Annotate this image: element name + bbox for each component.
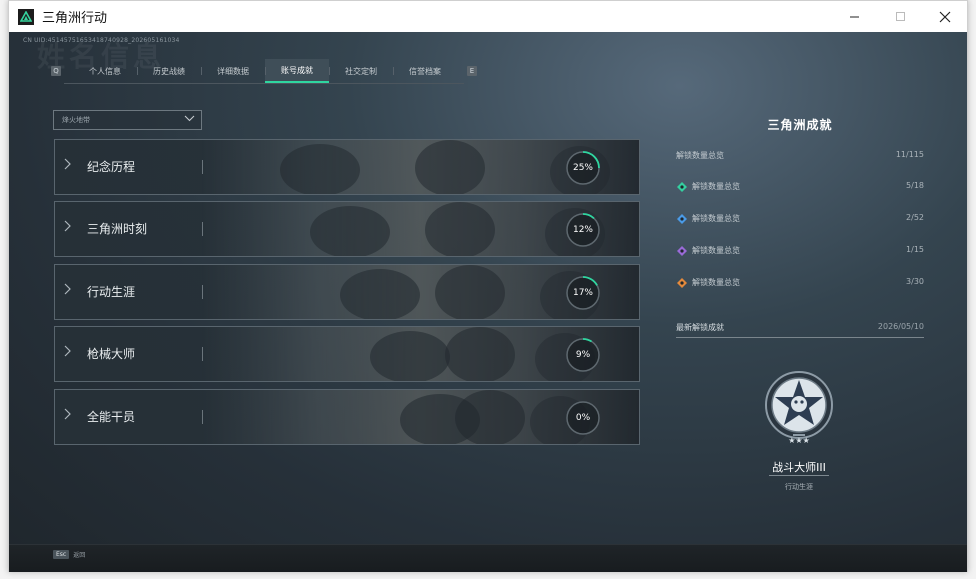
tab-next-button[interactable]: E xyxy=(467,66,477,76)
title-bar: 三角洲行动 xyxy=(9,1,967,32)
category-percent: 0% xyxy=(575,413,591,423)
close-button[interactable] xyxy=(922,1,968,32)
green-rank-icon xyxy=(677,182,687,192)
summary-tier-value: 1/15 xyxy=(906,245,924,254)
bottom-bar: Esc 返回 xyxy=(9,544,967,572)
summary-tier-row: 解锁数量总览 1/15 xyxy=(676,245,924,259)
summary-tier-value: 5/18 xyxy=(906,181,924,190)
achievement-category-card[interactable]: 三角洲时刻 12% xyxy=(54,201,640,257)
summary-tier-label: 解锁数量总览 xyxy=(692,278,740,287)
minimize-button[interactable] xyxy=(831,1,877,32)
latest-achievement-header: 最新解锁成就 2026/05/10 xyxy=(676,322,924,338)
achievement-category-card[interactable]: 行动生涯 17% xyxy=(54,264,640,320)
app-logo-icon xyxy=(18,8,34,25)
category-label: 纪念历程 xyxy=(87,160,136,174)
svg-text:★★★: ★★★ xyxy=(788,436,810,445)
chevron-right-icon xyxy=(64,220,72,236)
category-percent: 9% xyxy=(575,350,591,360)
category-label: 全能干员 xyxy=(87,410,136,424)
summary-tier-label: 解锁数量总览 xyxy=(692,246,740,255)
summary-tier-label: 解锁数量总览 xyxy=(692,182,740,191)
achievement-medal-icon[interactable]: ★★★ xyxy=(763,365,835,449)
tab-battle-history[interactable]: 历史战绩 xyxy=(137,59,201,83)
category-label: 枪械大师 xyxy=(87,347,136,361)
tab-prev-button[interactable]: Q xyxy=(51,66,61,76)
tab-personal-info[interactable]: 个人信息 xyxy=(73,59,137,83)
orange-rank-icon xyxy=(677,278,687,288)
category-percent: 12% xyxy=(572,225,593,235)
summary-tier-row: 解锁数量总览 3/30 xyxy=(676,277,924,291)
close-icon xyxy=(939,11,951,22)
summary-tier-row: 解锁数量总览 2/52 xyxy=(676,213,924,227)
blue-rank-icon xyxy=(677,214,687,224)
summary-title: 三角洲成就 xyxy=(767,118,833,132)
summary-total-label: 解锁数量总览 xyxy=(676,151,724,160)
achievement-category-card[interactable]: 纪念历程 25% xyxy=(54,139,640,195)
chevron-right-icon xyxy=(64,158,72,174)
summary-tier-row: 解锁数量总览 5/18 xyxy=(676,181,924,195)
category-label: 行动生涯 xyxy=(87,285,136,299)
latest-achievement-date: 2026/05/10 xyxy=(877,322,924,331)
chevron-right-icon xyxy=(64,408,72,424)
summary-tier-value: 3/30 xyxy=(906,277,924,286)
summary-tier-value: 2/52 xyxy=(906,213,924,222)
tab-social-custom[interactable]: 社交定制 xyxy=(329,59,393,83)
game-content: 姓名信息 CN UID:451457516534187409​28_202605… xyxy=(9,32,967,572)
tab-achievements[interactable]: 账号成就 xyxy=(265,59,329,83)
category-percent: 17% xyxy=(572,288,593,298)
app-window: 三角洲行动 姓名信息 CN UID:451457516534187409​28_… xyxy=(8,0,968,572)
purple-rank-icon xyxy=(677,246,687,256)
latest-achievement-label: 最新解锁成就 xyxy=(676,323,724,332)
mode-filter-value: 烽火地带 xyxy=(62,116,90,124)
tab-reputation[interactable]: 信誉档案 xyxy=(393,59,457,83)
medal-name: 战斗大师III xyxy=(772,461,826,474)
category-divider xyxy=(202,160,203,174)
summary-tier-label: 解锁数量总览 xyxy=(692,214,740,223)
mode-filter-dropdown[interactable]: 烽火地带 xyxy=(53,110,202,130)
user-id: CN UID:451457516534187409​28_20260516103… xyxy=(23,37,180,44)
tab-bar: Q 个人信息 历史战绩 详细数据 账号成就 社交定制 信誉档案 E xyxy=(51,59,477,83)
maximize-icon xyxy=(895,12,905,21)
chevron-down-icon xyxy=(184,113,195,127)
category-label: 三角洲时刻 xyxy=(87,222,148,236)
esc-key-badge: Esc xyxy=(53,550,70,559)
back-button[interactable]: Esc 返回 xyxy=(53,550,85,559)
medal-divider xyxy=(769,475,829,476)
summary-total-value: 11/115 xyxy=(895,150,924,159)
category-divider xyxy=(202,285,203,299)
tab-detailed-data[interactable]: 详细数据 xyxy=(201,59,265,83)
achievement-category-card[interactable]: 枪械大师 9% xyxy=(54,326,640,382)
category-divider xyxy=(202,347,203,361)
maximize-button[interactable] xyxy=(877,1,923,32)
back-label: 返回 xyxy=(73,552,86,559)
achievement-category-card[interactable]: 全能干员 0% xyxy=(54,389,640,445)
summary-total-row: 解锁数量总览 11/115 xyxy=(676,150,924,164)
category-percent: 25% xyxy=(572,163,593,173)
chevron-right-icon xyxy=(64,283,72,299)
minimize-icon xyxy=(849,16,859,18)
window-title: 三角洲行动 xyxy=(42,11,108,26)
tab-divider xyxy=(64,83,464,84)
chevron-right-icon xyxy=(64,345,72,361)
medal-category: 行动生涯 xyxy=(785,483,813,491)
category-divider xyxy=(202,410,203,424)
category-divider xyxy=(202,222,203,236)
